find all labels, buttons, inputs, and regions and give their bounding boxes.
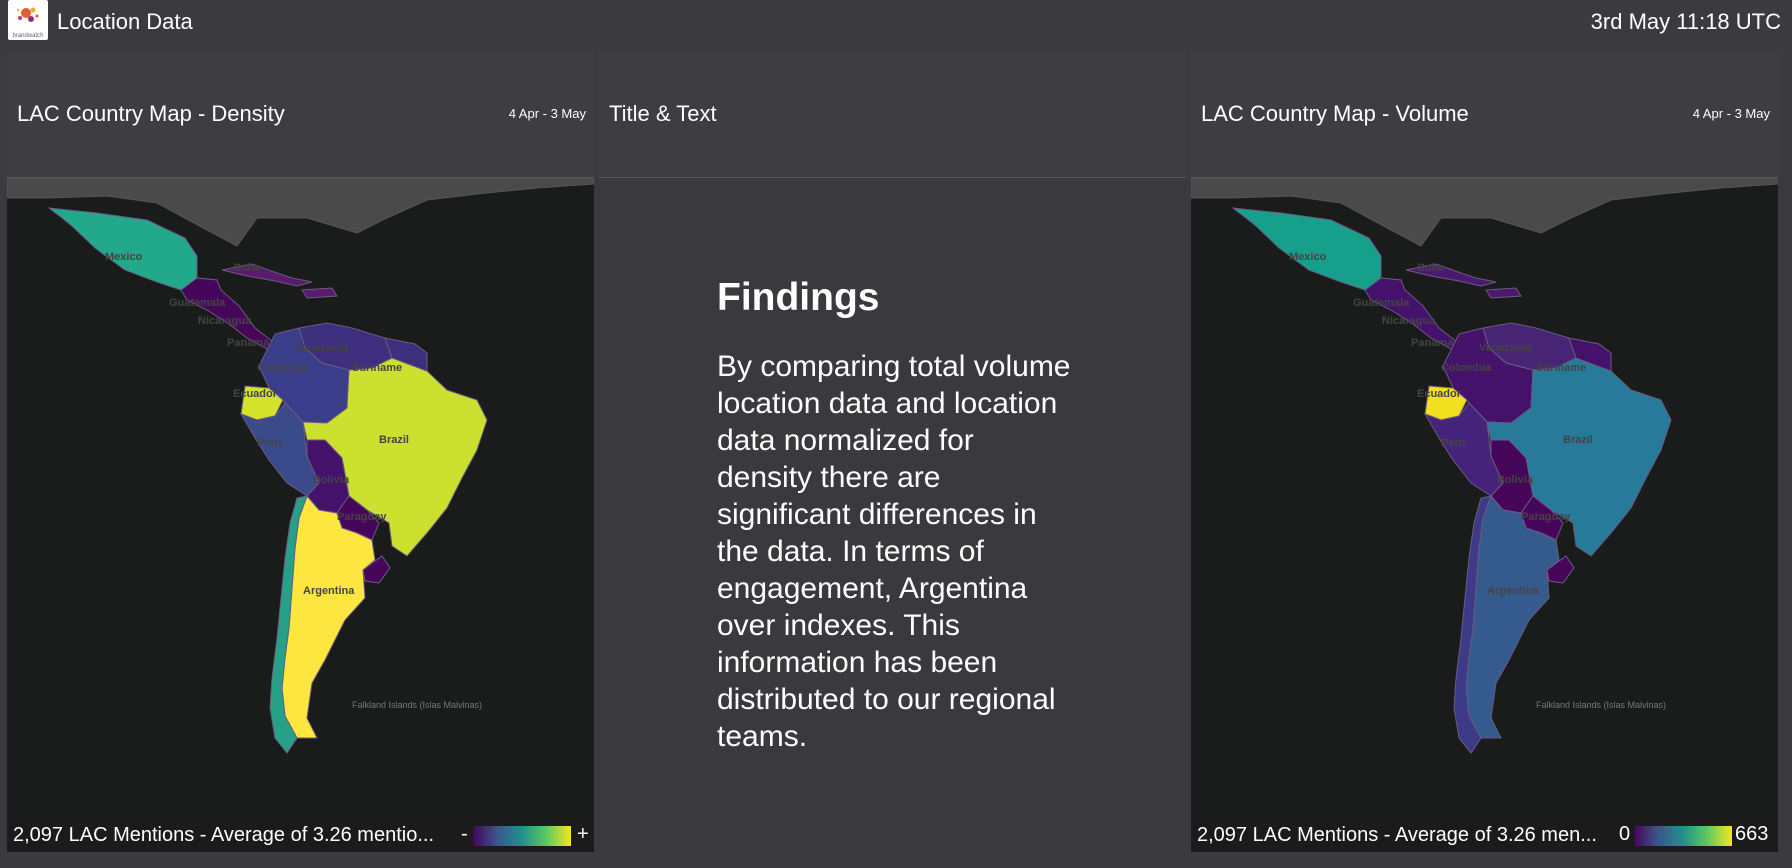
- label-falkland: Falkland Islands (Islas Malvinas): [1536, 700, 1666, 710]
- density-map-panel: LAC Country Map - Density 4 Apr - 3 May …: [7, 51, 594, 852]
- label-panama: Panama: [227, 337, 270, 349]
- label-peru: Peru: [257, 437, 281, 449]
- label-suriname: Suriname: [352, 362, 402, 374]
- map-footer: 2,097 LAC Mentions - Average of 3.26 men…: [7, 818, 594, 852]
- volume-map[interactable]: Mexico Cuba Guatemala Nicaragua Panama Venezu…: [1191, 178, 1778, 852]
- panel-title[interactable]: LAC Country Map - Density: [17, 101, 285, 127]
- map-svg[interactable]: Mexico Cuba Guatemala Nicaragua Panama Venezu…: [7, 178, 594, 852]
- color-legend: [1634, 826, 1732, 846]
- label-nicaragua: Nicaragua: [1382, 315, 1436, 327]
- label-panama: Panama: [1411, 337, 1454, 349]
- color-legend: [473, 826, 571, 846]
- dashboard-title: Location Data: [57, 9, 193, 34]
- label-paraguay: Paraguay: [337, 511, 387, 523]
- panel-title[interactable]: Title & Text: [609, 101, 717, 127]
- label-colombia: Colombia: [257, 362, 308, 374]
- label-cuba: Cuba: [233, 262, 261, 274]
- label-bolivia: Bolivia: [313, 474, 350, 486]
- panel-header: LAC Country Map - Volume 4 Apr - 3 May: [1191, 51, 1778, 178]
- map-footer: 2,097 LAC Mentions - Average of 3.26 men…: [1191, 818, 1778, 852]
- mentions-summary: 2,097 LAC Mentions - Average of 3.26 men…: [1197, 824, 1597, 846]
- top-bar: brandwatch Location Data 3rd May 11:18 U…: [0, 0, 1792, 44]
- date-range: 4 Apr - 3 May: [1692, 106, 1770, 121]
- logo-text: brandwatch: [12, 33, 44, 39]
- date-range: 4 Apr - 3 May: [508, 106, 586, 121]
- label-nicaragua: Nicaragua: [198, 315, 252, 327]
- label-argentina: Argentina: [303, 585, 355, 597]
- findings-heading: Findings: [717, 276, 880, 319]
- brandwatch-logo[interactable]: brandwatch: [8, 0, 48, 40]
- label-colombia: Colombia: [1441, 362, 1492, 374]
- panel-header: LAC Country Map - Density 4 Apr - 3 May: [7, 51, 594, 178]
- label-ecuador: Ecuador: [233, 388, 278, 400]
- panel-header: Title & Text: [599, 51, 1186, 178]
- label-mexico: Mexico: [105, 251, 143, 263]
- label-ecuador: Ecuador: [1417, 388, 1462, 400]
- panel-title[interactable]: LAC Country Map - Volume: [1201, 101, 1469, 127]
- label-bolivia: Bolivia: [1497, 474, 1534, 486]
- label-venezuela: Venezuela: [295, 342, 349, 354]
- label-guatemala: Guatemala: [169, 297, 226, 309]
- label-cuba: Cuba: [1417, 262, 1445, 274]
- label-mexico: Mexico: [1289, 251, 1327, 263]
- label-paraguay: Paraguay: [1521, 511, 1571, 523]
- text-panel: Title & Text Findings By comparing total…: [599, 51, 1186, 852]
- density-map[interactable]: Mexico Cuba Guatemala Nicaragua Panama Venezu…: [7, 178, 594, 852]
- mentions-summary: 2,097 LAC Mentions - Average of 3.26 men…: [13, 824, 434, 846]
- label-brazil: Brazil: [1563, 434, 1593, 446]
- label-guatemala: Guatemala: [1353, 297, 1410, 309]
- map-svg[interactable]: Mexico Cuba Guatemala Nicaragua Panama Venezu…: [1191, 178, 1778, 852]
- label-venezuela: Venezuela: [1479, 342, 1533, 354]
- label-peru: Peru: [1441, 437, 1465, 449]
- legend-max-label: 663: [1735, 823, 1769, 845]
- legend-min-label: -: [461, 823, 468, 845]
- clock: 3rd May 11:18 UTC: [1590, 9, 1781, 34]
- volume-map-panel: LAC Country Map - Volume 4 Apr - 3 May M…: [1191, 51, 1778, 852]
- label-suriname: Suriname: [1536, 362, 1586, 374]
- legend-max-label: +: [577, 823, 589, 845]
- legend-min-label: 0: [1619, 823, 1631, 845]
- label-argentina: Argentina: [1487, 585, 1539, 597]
- findings-block: Findings By comparing total volume locat…: [717, 276, 1077, 755]
- findings-body: By comparing total volume location data …: [717, 350, 1071, 753]
- label-falkland: Falkland Islands (Islas Malvinas): [352, 700, 482, 710]
- label-brazil: Brazil: [379, 434, 409, 446]
